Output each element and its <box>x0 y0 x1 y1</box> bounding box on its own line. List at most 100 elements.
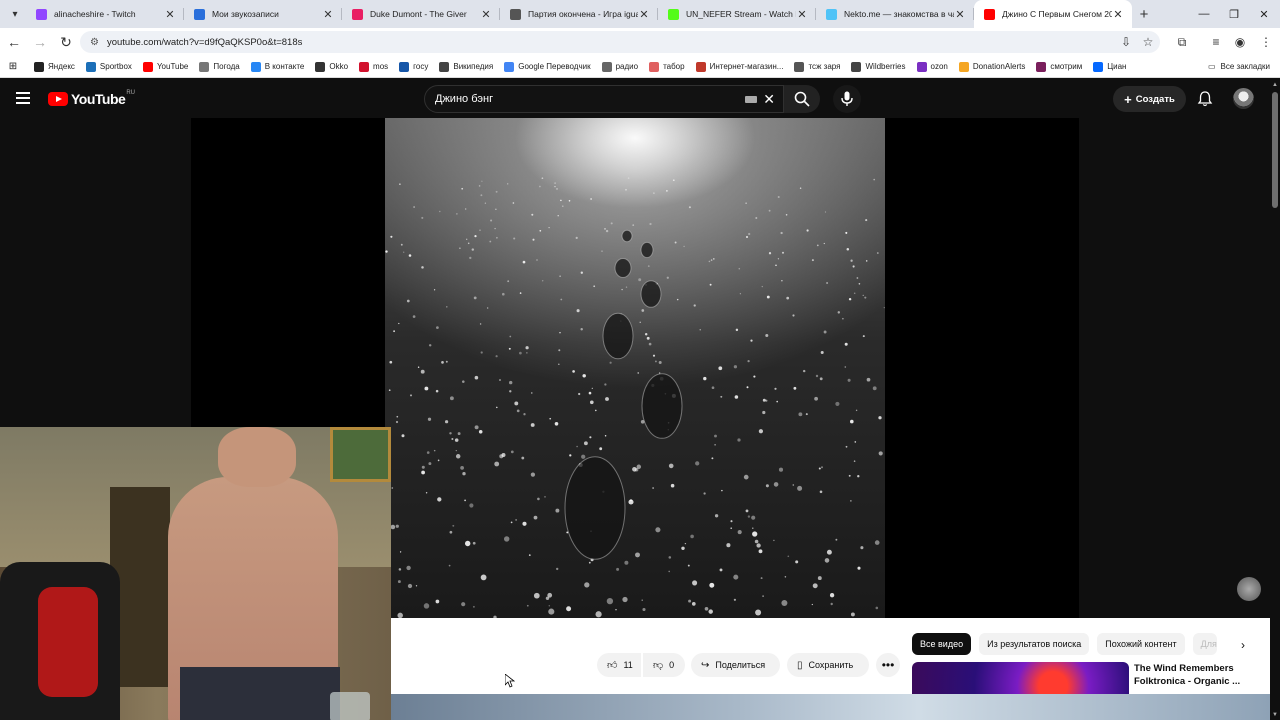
menu-dots-icon[interactable]: ⋮ <box>1256 32 1276 52</box>
all-bookmarks[interactable]: ▭ Все закладки <box>1208 62 1270 71</box>
tab-close-icon[interactable]: ✕ <box>480 8 492 21</box>
snowflake <box>526 604 529 607</box>
keyboard-icon[interactable] <box>745 96 757 103</box>
recommendation-title[interactable]: The Wind Remembers Folktronica - Organic… <box>1134 662 1244 688</box>
search-button[interactable] <box>784 85 820 113</box>
save-button[interactable]: ▯ Сохранить <box>787 653 869 677</box>
browser-tab[interactable]: Джино С Первым Снегом 2023 ✕ <box>974 0 1132 28</box>
tab-close-icon[interactable]: ✕ <box>322 8 334 21</box>
bookmark-item[interactable]: смотрим <box>1036 61 1082 72</box>
bookmark-item[interactable]: В контакте <box>250 61 304 72</box>
more-actions-button[interactable]: ••• <box>876 653 900 677</box>
menu-hamburger-icon[interactable] <box>16 92 30 104</box>
snowflake <box>397 580 401 584</box>
snowflake <box>793 386 797 390</box>
bookmark-item[interactable]: Интернет-магазин... <box>695 61 783 72</box>
snowflake <box>390 235 393 238</box>
browser-tab[interactable]: alinacheshire - Twitch ✕ <box>26 0 184 28</box>
tab-close-icon[interactable]: ✕ <box>954 8 966 21</box>
bookmark-item[interactable]: Циан <box>1093 61 1126 72</box>
browser-tab[interactable]: Мои звукозаписи ✕ <box>184 0 342 28</box>
bookmark-item[interactable]: радио <box>601 61 638 72</box>
snowflake <box>858 282 861 285</box>
bookmark-item[interactable]: ozon <box>916 61 948 72</box>
profile-icon[interactable]: ◉ <box>1230 32 1250 52</box>
scrollbar-thumb[interactable] <box>1272 92 1278 208</box>
browser-tab[interactable]: UN_NEFER Stream - Watch Live✕ <box>658 0 816 28</box>
tab-close-icon[interactable]: ✕ <box>164 8 176 21</box>
create-button[interactable]: + Создать <box>1113 86 1186 112</box>
dislike-button[interactable]: 👎︎ 0 <box>643 653 685 677</box>
snowflake <box>412 315 416 318</box>
bookmark-star-icon[interactable]: ☆ <box>1138 32 1158 52</box>
snowflake <box>604 434 607 437</box>
snowflake <box>755 217 758 219</box>
chip-all-videos[interactable]: Все видео <box>912 633 972 655</box>
snowflake <box>496 236 498 239</box>
chips-next-arrow-icon[interactable]: › <box>1232 636 1254 654</box>
page-scrollbar[interactable]: ▲ ▼ <box>1270 80 1280 720</box>
bookmark-item[interactable]: YouTube <box>142 61 188 72</box>
snowflake <box>765 484 769 488</box>
bookmark-item[interactable]: Википедия <box>439 61 493 72</box>
youtube-logo[interactable]: YouTube RU <box>48 90 135 107</box>
snowflake <box>449 530 453 534</box>
thumb-up-icon: 👍︎ <box>607 660 618 671</box>
minimize-icon[interactable]: — <box>1188 0 1220 28</box>
bookmark-item[interactable]: госу <box>399 61 428 72</box>
save-label: Сохранить <box>808 660 854 670</box>
snowflake <box>469 256 472 260</box>
media-controls-icon[interactable]: ≡ <box>1206 32 1226 52</box>
snowflake <box>569 454 572 457</box>
new-tab-button[interactable]: + <box>1132 6 1156 23</box>
clear-search-icon[interactable]: ✕ <box>763 91 775 108</box>
like-button[interactable]: 👍︎ 11 <box>597 653 641 677</box>
tab-close-icon[interactable]: ✕ <box>1112 8 1124 21</box>
bookmark-item[interactable]: Google Переводчик <box>504 61 591 72</box>
snowflake <box>625 286 628 288</box>
bookmark-item[interactable]: табор <box>649 61 685 72</box>
extensions-icon[interactable]: ⧉ <box>1172 32 1192 52</box>
tab-close-icon[interactable]: ✕ <box>638 8 650 21</box>
forward-icon[interactable]: → <box>28 30 52 54</box>
snowflake <box>646 336 650 340</box>
url-field[interactable]: ⚙ youtube.com/watch?v=d9fQaQKSP0o&t=818s <box>80 31 1160 53</box>
bookmark-item[interactable]: Wildberries <box>851 61 906 72</box>
bookmark-item[interactable]: Погода <box>199 61 240 72</box>
notifications-bell-icon[interactable] <box>1196 90 1214 108</box>
snowflake <box>649 222 652 226</box>
browser-tab[interactable]: Партия окончена - Игра iguan ✕ <box>500 0 658 28</box>
snowflake <box>765 399 768 402</box>
snowflake <box>539 185 541 188</box>
scroll-up-icon[interactable]: ▲ <box>1272 82 1278 88</box>
install-app-icon[interactable]: ⇩ <box>1116 32 1136 52</box>
bookmark-item[interactable]: Okko <box>315 61 348 72</box>
close-window-icon[interactable]: ✕ <box>1248 0 1280 28</box>
tab-search-icon[interactable]: ▾ <box>4 3 26 25</box>
snowflake <box>795 560 799 564</box>
bookmark-item[interactable]: DonationAlerts <box>958 61 1025 72</box>
chip-from-search[interactable]: Из результатов поиска <box>979 633 1090 655</box>
bookmark-item[interactable]: Sportbox <box>85 61 132 72</box>
bookmark-item[interactable]: тсж заря <box>794 61 840 72</box>
restore-icon[interactable]: ❐ <box>1218 0 1250 28</box>
tab-close-icon[interactable]: ✕ <box>796 8 808 21</box>
scroll-down-icon[interactable]: ▼ <box>1272 712 1278 718</box>
bookmark-item[interactable]: Яндекс <box>34 61 75 72</box>
search-input[interactable]: Джино бэнг ✕ <box>424 85 784 113</box>
floating-widget-icon[interactable] <box>1237 577 1261 601</box>
bookmark-item[interactable]: mos <box>359 61 388 72</box>
back-icon[interactable]: ← <box>2 30 26 54</box>
reload-icon[interactable]: ↻ <box>54 30 78 54</box>
browser-tab[interactable]: Duke Dumont - The Giver ✕ <box>342 0 500 28</box>
browser-tab[interactable]: Nekto.me — знакомства в чате ✕ <box>816 0 974 28</box>
snowflake <box>481 180 483 182</box>
voice-search-button[interactable] <box>833 85 861 113</box>
chip-for-you[interactable]: Для <box>1192 633 1217 655</box>
share-button[interactable]: ↪ Поделиться <box>691 653 780 677</box>
site-info-icon[interactable]: ⚙ <box>90 37 99 48</box>
account-avatar[interactable] <box>1233 88 1254 109</box>
microphone-icon <box>841 91 853 106</box>
chip-related[interactable]: Похожий контент <box>1097 633 1185 655</box>
apps-grid-icon[interactable]: ⊞ <box>0 61 26 72</box>
